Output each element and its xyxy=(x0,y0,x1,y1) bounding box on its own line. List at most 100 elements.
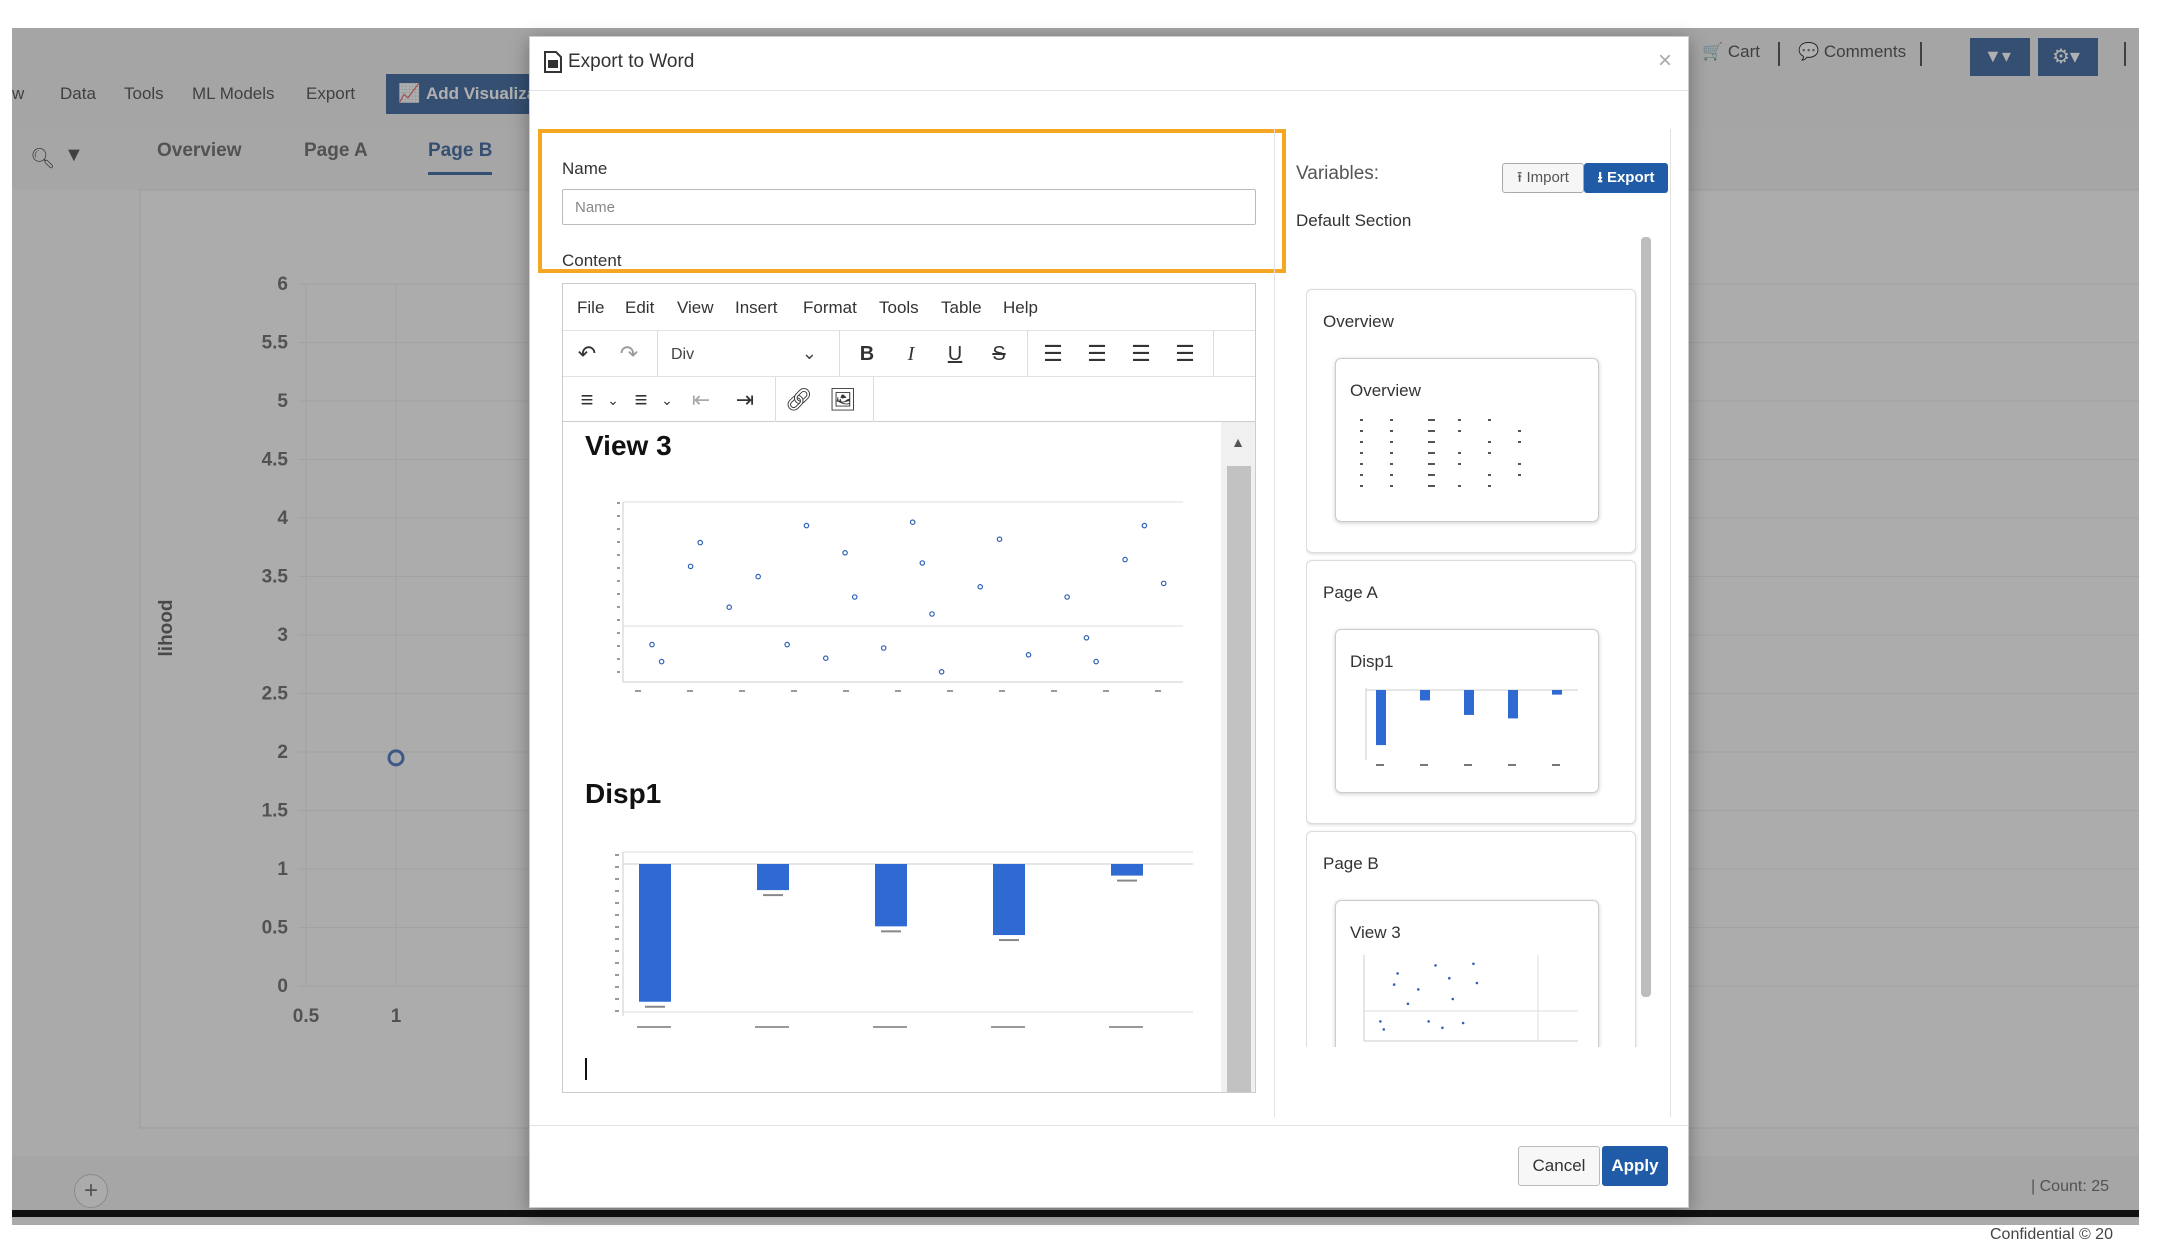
align-left-icon[interactable]: ☰ xyxy=(1039,341,1067,367)
apply-button[interactable]: Apply xyxy=(1602,1146,1668,1186)
underline-icon[interactable]: U xyxy=(941,341,969,367)
image-icon[interactable]: 🖼︎ xyxy=(829,387,857,413)
redo-icon[interactable]: ↷ xyxy=(615,341,643,367)
thumb-scatter-point xyxy=(1448,976,1451,980)
mini-y-tick xyxy=(615,986,619,988)
mini-bar-data-label xyxy=(881,930,901,933)
mini-table-cell xyxy=(1518,474,1521,476)
mini-table-cell xyxy=(1390,441,1393,443)
variables-label: Variables: xyxy=(1296,163,1380,184)
view-card-disp1[interactable]: Disp1 xyxy=(1335,629,1599,793)
menu-format[interactable]: Format xyxy=(803,298,857,318)
thumb-scatter-point xyxy=(1416,988,1420,991)
mini-scatter-point xyxy=(1122,556,1128,563)
confidential-notice: Confidential © 20 xyxy=(1990,1226,2113,1243)
mini-table-cell xyxy=(1390,430,1393,432)
mini-table-cell xyxy=(1428,430,1435,432)
menu-table[interactable]: Table xyxy=(941,298,982,318)
mini-y-tick xyxy=(617,567,620,569)
mini-scatter-point xyxy=(938,669,945,675)
menu-edit[interactable]: Edit xyxy=(625,298,654,318)
mini-bar xyxy=(757,864,789,891)
view-3-scatter-thumbnail xyxy=(617,501,1183,692)
taskbar-strip xyxy=(12,1210,2139,1217)
mini-table-cell xyxy=(1488,419,1491,421)
menu-insert[interactable]: Insert xyxy=(735,298,778,318)
numbered-list-icon[interactable]: ≡ xyxy=(627,387,655,413)
toolbar-separator xyxy=(839,331,840,377)
cancel-button[interactable]: Cancel xyxy=(1518,1146,1600,1186)
mini-scatter-point xyxy=(687,563,694,570)
mini-x-tick xyxy=(1103,690,1109,692)
screen: w Data Tools ML Models Export 📈 Add Visu… xyxy=(0,0,2167,1243)
page-card-page-a: Page A Disp1 xyxy=(1306,560,1636,824)
mini-scatter-point xyxy=(822,655,829,662)
bullet-list-icon[interactable]: ≡ xyxy=(573,387,601,413)
view-card-view-3[interactable]: View 3 xyxy=(1335,900,1599,1047)
dialog-footer: Cancel Apply xyxy=(530,1125,1688,1207)
variables-scroll-thumb[interactable] xyxy=(1641,237,1651,997)
view-card-title: Overview xyxy=(1350,381,1421,400)
export-button[interactable]: ⭳ Export xyxy=(1584,163,1668,193)
mini-table-cell xyxy=(1390,474,1393,476)
import-label: Import xyxy=(1526,169,1569,186)
mini-table-cell xyxy=(1458,419,1461,421)
name-input[interactable] xyxy=(562,189,1256,225)
menu-help[interactable]: Help xyxy=(1003,298,1038,318)
align-center-icon[interactable]: ☰ xyxy=(1083,341,1111,367)
mini-scatter-point xyxy=(851,594,858,600)
mini-y-tick xyxy=(617,632,620,634)
strikethrough-icon[interactable]: S xyxy=(985,341,1013,367)
content-heading-view-3: View 3 xyxy=(585,430,672,461)
mini-x-tick-label xyxy=(755,1026,789,1028)
mini-table-cell xyxy=(1488,452,1491,454)
block-format-select[interactable]: Div ⌄ xyxy=(663,341,825,369)
align-right-icon[interactable]: ☰ xyxy=(1127,341,1155,367)
mini-table-cell xyxy=(1518,463,1521,465)
outdent-icon[interactable]: ⇤ xyxy=(687,387,715,413)
mini-bar xyxy=(993,864,1025,936)
page-card-title: Page A xyxy=(1323,583,1378,602)
mini-y-tick xyxy=(617,580,620,582)
mini-bar xyxy=(639,864,671,1002)
link-icon[interactable]: 🔗︎ xyxy=(785,387,813,413)
mini-scatter-point xyxy=(803,522,810,529)
justify-icon[interactable]: ☰ xyxy=(1171,341,1199,367)
mini-bar-data-label xyxy=(1117,879,1137,882)
mini-y-tick xyxy=(617,554,620,556)
scroll-up-icon[interactable]: ▲ xyxy=(1231,434,1245,450)
mini-x-tick xyxy=(791,690,797,692)
content-heading-disp1: Disp1 xyxy=(585,778,662,809)
mini-x-tick-label xyxy=(637,1026,671,1028)
mini-table-cell xyxy=(1488,441,1491,443)
italic-icon[interactable]: I xyxy=(897,341,925,367)
menu-file[interactable]: File xyxy=(577,298,604,318)
overview-table-thumbnail xyxy=(1360,419,1521,487)
mini-scatter-point xyxy=(1064,594,1070,600)
export-to-word-dialog: Export to Word × ⭱ Import ⭳ Export Name … xyxy=(529,36,1689,1208)
mini-x-tick xyxy=(895,690,901,692)
text-cursor xyxy=(585,1058,587,1080)
undo-icon[interactable]: ↶ xyxy=(573,341,601,367)
mini-y-tick xyxy=(617,671,620,673)
mini-scatter-point xyxy=(1083,635,1090,641)
mini-table-cell xyxy=(1428,474,1435,476)
import-button[interactable]: ⭱ Import xyxy=(1502,163,1584,193)
mini-table-cell xyxy=(1390,463,1393,465)
variables-list: Overview Overview Page A Disp1 Page B Vi… xyxy=(1306,249,1656,1047)
chevron-down-icon[interactable]: ⌄ xyxy=(599,387,627,413)
mini-x-tick xyxy=(739,690,745,692)
editor-content-area[interactable]: View 3 Disp1 xyxy=(563,422,1223,1092)
editor-scroll-thumb[interactable] xyxy=(1227,466,1251,1092)
disp1-bar-mini-thumbnail xyxy=(1365,688,1578,766)
close-icon[interactable]: × xyxy=(1658,47,1672,75)
view-card-overview[interactable]: Overview xyxy=(1335,358,1599,522)
chevron-down-icon[interactable]: ⌄ xyxy=(653,387,681,413)
menu-view[interactable]: View xyxy=(677,298,714,318)
indent-icon[interactable]: ⇥ xyxy=(731,387,759,413)
mini-y-tick xyxy=(617,515,620,517)
mini-scatter-point xyxy=(919,560,926,566)
bold-icon[interactable]: B xyxy=(853,341,881,367)
mini-table-cell xyxy=(1360,430,1363,432)
menu-tools[interactable]: Tools xyxy=(879,298,919,318)
